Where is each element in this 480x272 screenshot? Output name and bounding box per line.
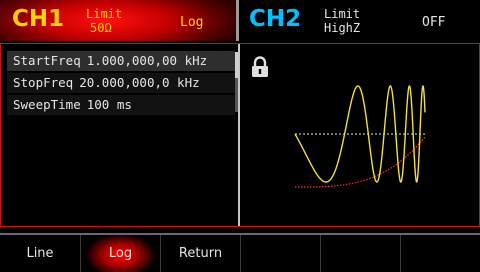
softkey-line[interactable]: Line bbox=[0, 235, 80, 272]
ch1-limit-value: 50Ω bbox=[90, 21, 112, 35]
channel-header: CH1 Limit 50Ω Log CH2 Limit HighZ OFF bbox=[0, 0, 480, 42]
ch1-limit-label: Limit bbox=[86, 7, 123, 21]
softkey-bar: Line Log Return bbox=[0, 233, 480, 272]
ch1-sweep-mode: Log bbox=[180, 15, 204, 30]
param-name: StartFreq bbox=[13, 53, 81, 68]
softkey-return[interactable]: Return bbox=[160, 235, 240, 272]
softkey-6[interactable] bbox=[400, 235, 480, 272]
softkey-4[interactable] bbox=[240, 235, 320, 272]
ch1-title: CH1 bbox=[12, 6, 65, 32]
ch2-tab[interactable]: CH2 Limit HighZ OFF bbox=[239, 0, 480, 41]
ch2-output-state: OFF bbox=[422, 15, 446, 30]
softkey-label: Log bbox=[108, 246, 133, 261]
param-value: 20.000,000,0 kHz bbox=[79, 75, 200, 90]
sweep-panel: StartFreq 1.000,000,00 kHz StopFreq 20.000… bbox=[0, 43, 480, 227]
sweep-ramp-line bbox=[295, 136, 426, 188]
softkey-5[interactable] bbox=[320, 235, 400, 272]
param-row-stopfreq[interactable]: StopFreq 20.000,000,0 kHz bbox=[7, 73, 235, 93]
softkey-log[interactable]: Log bbox=[80, 235, 160, 272]
param-name: StopFreq bbox=[13, 75, 74, 90]
param-list: StartFreq 1.000,000,00 kHz StopFreq 20.000… bbox=[7, 51, 235, 117]
param-name: SweepTime bbox=[13, 97, 81, 112]
softkey-label: Line bbox=[26, 246, 54, 261]
param-row-startfreq[interactable]: StartFreq 1.000,000,00 kHz bbox=[7, 51, 235, 71]
ch2-limit-value: HighZ bbox=[324, 21, 361, 35]
softkey-label: Return bbox=[178, 246, 223, 261]
ch2-limit: Limit HighZ bbox=[324, 7, 360, 35]
sweep-waveform-preview bbox=[294, 85, 426, 188]
param-value: 100 ms bbox=[86, 97, 132, 112]
param-row-sweeptime[interactable]: SweepTime 100 ms bbox=[7, 95, 235, 115]
ch1-tab[interactable]: CH1 Limit 50Ω Log bbox=[0, 0, 236, 41]
ch1-limit: Limit 50Ω bbox=[86, 7, 122, 35]
param-value: 1.000,000,00 kHz bbox=[86, 53, 208, 68]
ch2-limit-label: Limit bbox=[324, 7, 361, 21]
ch2-title: CH2 bbox=[249, 6, 302, 32]
